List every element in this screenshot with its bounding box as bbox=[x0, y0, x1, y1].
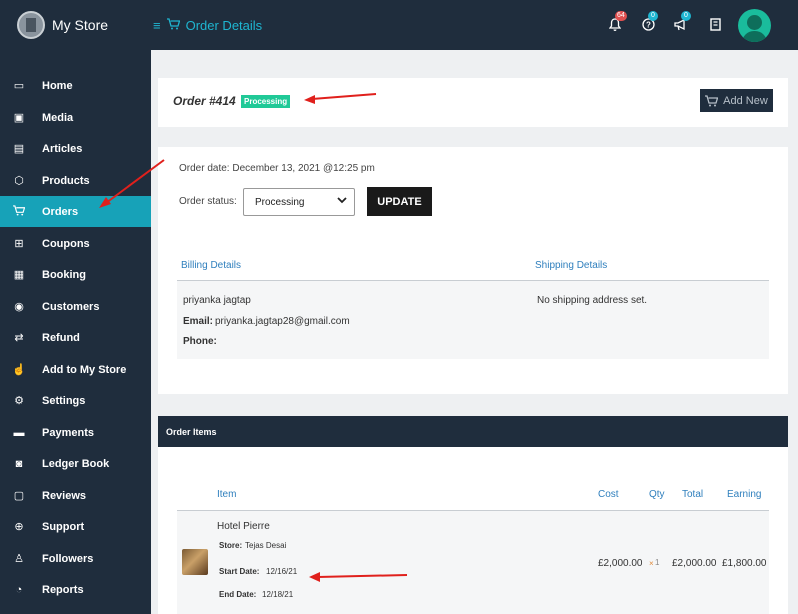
arrow-to-status bbox=[304, 93, 377, 104]
arrow-to-start-date bbox=[309, 572, 408, 582]
annotation-arrows bbox=[99, 93, 408, 582]
arrow-to-orders bbox=[99, 159, 165, 208]
